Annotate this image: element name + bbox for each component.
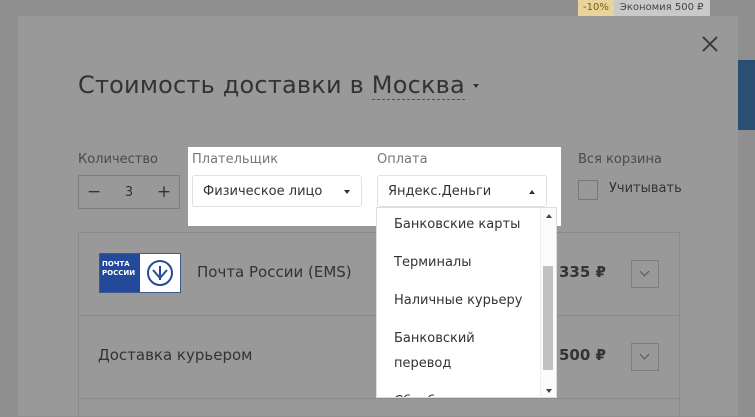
dropdown-option[interactable]: Банковский перевод xyxy=(394,326,494,376)
payment-select[interactable]: Яндекс.Деньги xyxy=(377,175,547,207)
dropdown-scrollbar[interactable] xyxy=(540,208,556,397)
close-icon[interactable] xyxy=(700,34,720,54)
russian-post-logo: ПОЧТА РОССИИ xyxy=(99,253,181,293)
cart-label: Вся корзина xyxy=(578,152,662,167)
plus-button[interactable]: + xyxy=(149,182,179,202)
page-title: Стоимость доставки в Москва xyxy=(78,71,479,100)
caret-down-icon xyxy=(344,190,350,194)
logo-text: ПОЧТА РОССИИ xyxy=(100,254,140,292)
payer-value: Физическое лицо xyxy=(203,183,323,199)
delivery-name: Доставка курьером xyxy=(98,346,253,364)
dropdown-option[interactable]: Терминалы xyxy=(394,250,539,275)
scrollbar-thumb[interactable] xyxy=(543,266,553,370)
title-prefix: Стоимость доставки в xyxy=(78,71,364,99)
scroll-up-icon[interactable] xyxy=(546,214,552,218)
caret-up-icon xyxy=(529,190,535,194)
delivery-price: 500 ₽ xyxy=(559,346,606,364)
delivery-price: 335 ₽ xyxy=(559,263,606,281)
dropdown-option[interactable]: Наличные курьеру xyxy=(394,288,539,313)
cart-checkbox-label: Учитывать xyxy=(609,181,682,196)
payment-label: Оплата xyxy=(377,152,428,167)
quantity-value[interactable]: 3 xyxy=(114,185,144,200)
eagle-emblem-icon xyxy=(140,254,180,292)
city-selector[interactable]: Москва xyxy=(371,71,465,100)
dropdown-option[interactable]: Сбербанк xyxy=(394,389,539,397)
payment-dropdown-list[interactable]: Банковские карты Терминалы Наличные курь… xyxy=(376,207,557,398)
payer-label: Плательщик xyxy=(192,152,279,167)
scroll-down-icon[interactable] xyxy=(546,389,552,393)
minus-button[interactable]: − xyxy=(79,182,109,202)
dropdown-option[interactable]: Банковские карты xyxy=(394,212,539,237)
expand-chevron-icon[interactable] xyxy=(631,260,659,288)
quantity-stepper: − 3 + xyxy=(78,175,180,209)
caret-down-icon[interactable] xyxy=(472,84,479,88)
payment-value: Яндекс.Деньги xyxy=(388,183,492,199)
expand-chevron-icon[interactable] xyxy=(631,343,659,371)
background-panel xyxy=(738,60,755,130)
quantity-label: Количество xyxy=(78,152,158,167)
delivery-name: Почта России (EMS) xyxy=(197,263,352,281)
payer-select[interactable]: Физическое лицо xyxy=(192,175,362,207)
cart-checkbox[interactable] xyxy=(578,180,598,200)
